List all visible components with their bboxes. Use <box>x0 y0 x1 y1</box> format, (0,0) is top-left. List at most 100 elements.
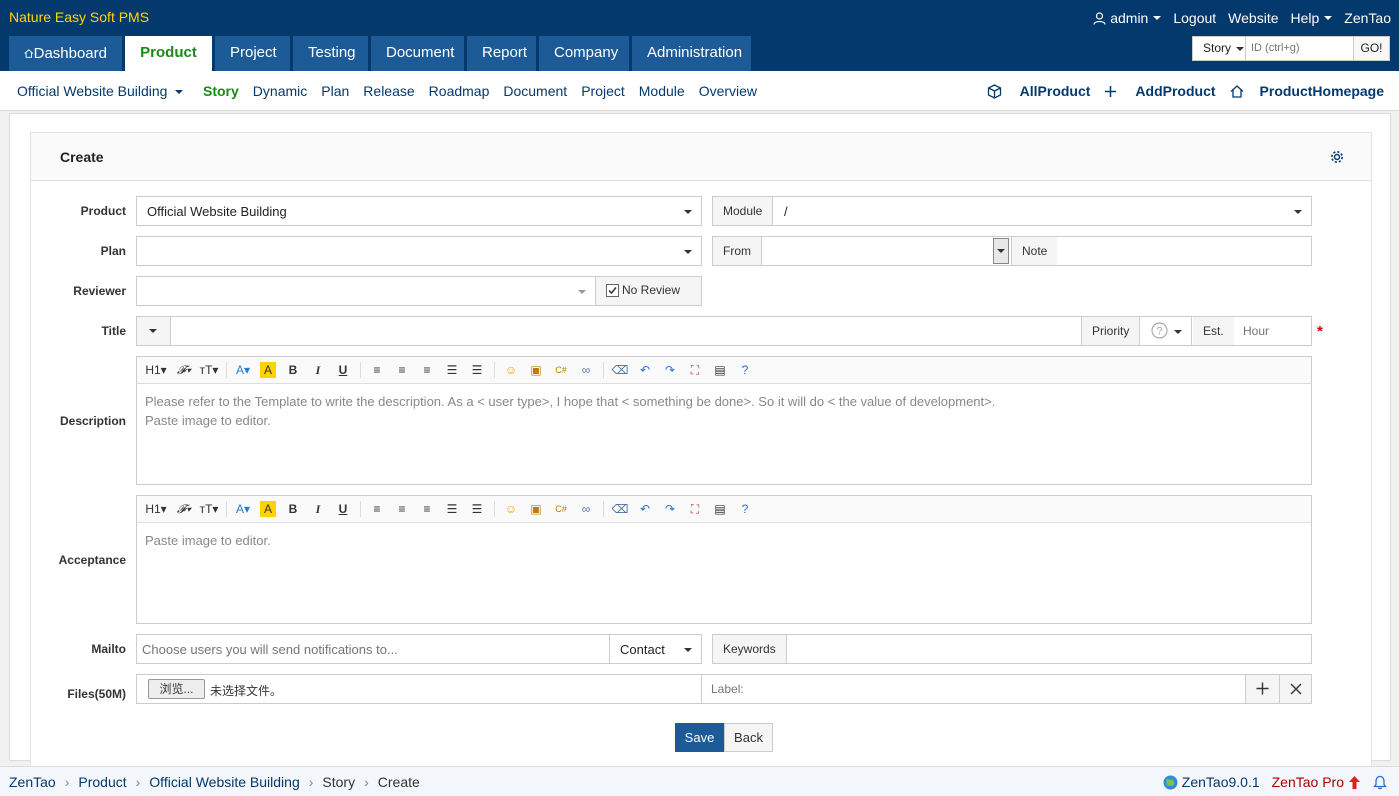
bell-icon[interactable] <box>1373 775 1387 790</box>
template-icon[interactable]: ▤ <box>712 362 728 378</box>
no-review-checkbox[interactable] <box>606 284 619 297</box>
eraser-icon[interactable]: ⌫ <box>612 501 629 517</box>
subnav-release[interactable]: Release <box>363 83 414 99</box>
font-family-icon[interactable]: 𝓕▾ <box>176 362 192 378</box>
tab-company[interactable]: Company <box>539 36 629 71</box>
align-left-icon[interactable]: ≡ <box>369 501 385 517</box>
product-switcher[interactable]: Official Website Building <box>17 83 184 99</box>
undo-icon[interactable]: ↶ <box>637 362 653 378</box>
back-button[interactable]: Back <box>724 723 773 752</box>
font-size-icon[interactable]: тT▾ <box>200 362 219 378</box>
code-icon[interactable]: C# <box>553 362 569 378</box>
fullscreen-icon[interactable]: ⛶ <box>687 362 703 378</box>
image-icon[interactable]: ▣ <box>528 501 544 517</box>
subnav-overview[interactable]: Overview <box>699 83 757 99</box>
add-file-button[interactable] <box>1245 675 1279 703</box>
tab-product[interactable]: Product <box>125 36 212 71</box>
remove-file-button[interactable] <box>1279 675 1311 703</box>
highlight-icon[interactable]: A <box>260 501 276 517</box>
reviewer-select[interactable] <box>136 276 596 306</box>
undo-icon[interactable]: ↶ <box>637 501 653 517</box>
tab-document[interactable]: Document <box>371 36 464 71</box>
font-color-icon[interactable]: A▾ <box>235 501 251 517</box>
website-link[interactable]: Website <box>1228 10 1278 26</box>
image-icon[interactable]: ▣ <box>528 362 544 378</box>
plan-select[interactable] <box>136 236 702 266</box>
emoticon-icon[interactable]: ☺ <box>503 501 519 517</box>
ordered-list-icon[interactable]: ☰ <box>444 362 460 378</box>
highlight-icon[interactable]: A <box>260 362 276 378</box>
redo-icon[interactable]: ↷ <box>662 501 678 517</box>
tab-dashboard[interactable]: Dashboard <box>9 36 122 71</box>
heading-icon[interactable]: H1▾ <box>145 362 167 378</box>
unordered-list-icon[interactable]: ☰ <box>469 362 485 378</box>
gear-icon[interactable] <box>1329 149 1345 165</box>
subnav-dynamic[interactable]: Dynamic <box>253 83 307 99</box>
all-product-link[interactable]: AllProduct <box>987 83 1090 99</box>
from-select[interactable] <box>763 237 1010 265</box>
align-center-icon[interactable]: ≡ <box>394 362 410 378</box>
link-icon[interactable]: ∞ <box>578 362 594 378</box>
contact-select[interactable]: Contact <box>609 635 701 663</box>
help-icon[interactable]: ? <box>737 501 753 517</box>
underline-icon[interactable]: U <box>335 501 351 517</box>
product-select[interactable]: Official Website Building <box>136 196 702 226</box>
version-link[interactable]: ZenTao9.0.1 <box>1182 774 1260 790</box>
help-icon[interactable]: ? <box>737 362 753 378</box>
italic-icon[interactable]: I <box>310 501 326 517</box>
font-size-icon[interactable]: тT▾ <box>200 501 219 517</box>
title-input[interactable] <box>172 317 1081 345</box>
breadcrumb-zentao[interactable]: ZenTao <box>9 774 56 790</box>
link-icon[interactable]: ∞ <box>578 501 594 517</box>
search-go-button[interactable]: GO! <box>1353 37 1389 60</box>
underline-icon[interactable]: U <box>335 362 351 378</box>
search-input[interactable] <box>1246 37 1353 60</box>
subnav-roadmap[interactable]: Roadmap <box>429 83 490 99</box>
logout-link[interactable]: Logout <box>1173 10 1216 26</box>
font-family-icon[interactable]: 𝓕▾ <box>176 501 192 517</box>
zentao-link[interactable]: ZenTao <box>1344 10 1391 26</box>
user-menu[interactable]: admin <box>1093 10 1162 26</box>
subnav-story[interactable]: Story <box>203 83 239 99</box>
breadcrumb-official-website[interactable]: Official Website Building <box>149 774 299 790</box>
subnav-module[interactable]: Module <box>639 83 685 99</box>
zentao-pro-link[interactable]: ZenTao Pro <box>1272 774 1344 790</box>
module-select[interactable]: / <box>774 197 1311 225</box>
estimate-input[interactable] <box>1234 317 1311 345</box>
save-button[interactable]: Save <box>675 723 724 752</box>
fullscreen-icon[interactable]: ⛶ <box>687 501 703 517</box>
ordered-list-icon[interactable]: ☰ <box>444 501 460 517</box>
keywords-input[interactable] <box>790 635 1311 663</box>
breadcrumb-product[interactable]: Product <box>78 774 126 790</box>
eraser-icon[interactable]: ⌫ <box>612 362 629 378</box>
acceptance-input[interactable]: Paste image to editor. <box>137 523 1311 558</box>
note-input[interactable] <box>1057 237 1311 265</box>
mailto-input[interactable] <box>137 635 609 663</box>
tab-report[interactable]: Report <box>467 36 536 71</box>
unordered-list-icon[interactable]: ☰ <box>469 501 485 517</box>
from-dropdown-button[interactable] <box>993 238 1009 264</box>
subnav-project[interactable]: Project <box>581 83 625 99</box>
italic-icon[interactable]: I <box>310 362 326 378</box>
file-label-input[interactable] <box>701 675 1245 703</box>
template-icon[interactable]: ▤ <box>712 501 728 517</box>
bold-icon[interactable]: B <box>285 362 301 378</box>
description-input[interactable]: Please refer to the Template to write th… <box>137 384 1311 438</box>
title-color-picker[interactable] <box>137 317 171 345</box>
heading-icon[interactable]: H1▾ <box>145 501 167 517</box>
subnav-document[interactable]: Document <box>503 83 567 99</box>
emoticon-icon[interactable]: ☺ <box>503 362 519 378</box>
search-type-select[interactable]: Story <box>1193 37 1246 60</box>
browse-button[interactable]: 浏览... <box>148 679 205 699</box>
code-icon[interactable]: C# <box>553 501 569 517</box>
tab-testing[interactable]: Testing <box>293 36 368 71</box>
priority-select[interactable]: ? <box>1140 317 1192 345</box>
subnav-plan[interactable]: Plan <box>321 83 349 99</box>
align-center-icon[interactable]: ≡ <box>394 501 410 517</box>
align-right-icon[interactable]: ≡ <box>419 501 435 517</box>
add-product-link[interactable]: AddProduct <box>1104 83 1216 99</box>
align-left-icon[interactable]: ≡ <box>369 362 385 378</box>
bold-icon[interactable]: B <box>285 501 301 517</box>
align-right-icon[interactable]: ≡ <box>419 362 435 378</box>
help-menu[interactable]: Help <box>1291 10 1333 26</box>
